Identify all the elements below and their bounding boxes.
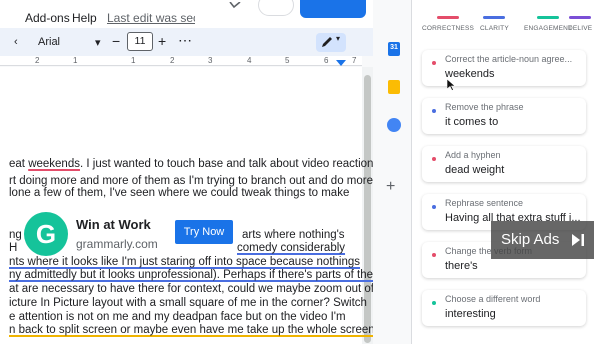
document-line: e attention is not on me and my deadpan … [9,310,346,324]
suggestion-title: Choose a different word [445,294,541,304]
suggestion-card[interactable]: Choose a different word interesting [422,290,586,326]
suggestion-value: dead weight [445,164,505,176]
document-text: eat [9,158,29,170]
suggestion-value: it comes to [445,116,499,128]
category-tab[interactable]: CLARITY [480,16,509,32]
category-label: DELIVE [568,25,593,32]
category-label: CLARITY [480,25,509,32]
tasks-icon[interactable] [387,118,401,132]
document-text: ny admittedly but it looks unprofessiona… [9,269,373,281]
document-line: Hcomedy considerably [9,241,345,255]
suggestion-title: Add a hyphen [445,150,501,160]
document-text: . I just wanted to touch base and talk a… [79,158,373,170]
ruler-number: 7 [352,56,357,65]
menu-bar: Add-ons Help Last edit was second [0,0,373,28]
category-bar [569,16,592,19]
document-text: e attention is not on me and my deadpan … [9,311,346,323]
suggestion-title: Correct the article-noun agree... [445,54,573,64]
ruler-number: 3 [208,56,213,65]
document-text: arts where nothing's [242,229,345,241]
category-bar [537,16,560,19]
category-tab[interactable]: DELIVE [568,16,592,32]
category-label: ENGAGEMENT [524,25,573,32]
plus-icon[interactable]: + [386,178,395,196]
formatting-toolbar: ‹ Arial ▾ − 11 + ⋯ ▾ [0,28,373,56]
suggestion-dot [432,157,436,161]
suggestion-dot [432,253,436,257]
suggestion-dot [432,301,436,305]
cursor-icon [447,79,456,91]
ruler-number: 2 [35,56,40,65]
document-text: comedy considerably [237,242,346,254]
ruler-number: 2 [170,56,175,65]
ruler-number: 1 [131,56,136,65]
suggestion-title: Remove the phrase [445,102,524,112]
docs-editor: Add-ons Help Last edit was second ‹ Aria… [0,0,373,344]
ad-overlay[interactable]: G Win at Work grammarly.com Try Now [24,209,238,261]
document-text: weekends [28,158,80,170]
chevron-down-icon[interactable]: ▾ [336,34,340,43]
skip-icon [572,234,584,246]
last-edit-link[interactable]: Last edit was second [107,11,195,25]
document-text: n back to split screen or maybe even hav… [9,324,373,336]
chevron-left-icon[interactable]: ‹ [14,36,18,48]
chevron-down-icon[interactable]: ▾ [95,36,101,49]
document-text: at are necessary to have there for conte… [9,283,373,295]
ruler-number: 6 [324,56,329,65]
suggestion-dot [432,109,436,113]
category-tab[interactable]: CORRECTNESS [422,16,474,32]
category-label: CORRECTNESS [422,25,475,32]
skip-ads-button[interactable]: Skip Ads [491,221,594,259]
document-line: at are necessary to have there for conte… [9,282,373,296]
share-button[interactable] [300,0,366,18]
ruler: 2 1 1 2 3 4 5 6 7 [0,56,362,66]
keep-icon[interactable] [388,80,400,94]
ad-domain: grammarly.com [76,237,158,251]
pen-icon [322,37,332,47]
document-line: ny admittedly but it looks unprofessiona… [9,268,373,282]
suggestion-card[interactable]: Add a hyphen dead weight [422,146,586,182]
menu-help[interactable]: Help [72,11,97,25]
suggestion-dot [432,205,436,209]
try-now-button[interactable]: Try Now [175,220,233,244]
document-text: icture In Picture layout with a small sq… [9,297,367,309]
skip-ads-label: Skip Ads [501,231,560,248]
suggestion-title: Rephrase sentence [445,198,524,208]
category-bar [483,16,506,19]
document-text: lone a few of them, I've seen where we c… [9,187,350,199]
ad-title: Win at Work [76,217,151,232]
category-bar [437,16,460,19]
ruler-number: 5 [285,56,290,65]
document-line: ng arts where nothing's [9,228,345,242]
ruler-number: 1 [73,56,78,65]
indent-marker[interactable] [336,60,346,66]
suggestion-value: interesting [445,308,496,320]
suggestion-dot [432,61,436,65]
document-line: eat weekends. I just wanted to touch bas… [9,157,373,171]
decrease-font-size-button[interactable]: − [112,33,120,49]
document-line: icture In Picture layout with a small sq… [9,296,367,310]
search-icon[interactable] [228,2,242,12]
increase-font-size-button[interactable]: + [158,33,166,49]
document-text: H [9,242,18,254]
ruler-number: 4 [247,56,252,65]
side-panel-icons: 31 + [373,0,411,344]
suggestion-value: there's [445,260,478,272]
comment-button[interactable] [258,0,294,16]
grammarly-panel: CORRECTNESS CLARITY ENGAGEMENT DELIVE Correc… [412,0,602,344]
more-options-icon[interactable]: ⋯ [178,32,193,49]
suggestion-card[interactable]: Remove the phrase it comes to [422,98,586,134]
menu-addons[interactable]: Add-ons [25,11,70,25]
document-line: n back to split screen or maybe even hav… [9,323,373,337]
font-size-input[interactable]: 11 [127,32,153,51]
font-select[interactable]: Arial [38,36,60,48]
editing-mode-button[interactable] [316,33,346,52]
category-tab[interactable]: ENGAGEMENT [524,16,572,32]
document-line: lone a few of them, I've seen where we c… [9,186,349,200]
document-text: ng [9,229,22,241]
calendar-icon-label: 31 [390,44,398,51]
grammarly-g-icon: G [35,219,57,249]
